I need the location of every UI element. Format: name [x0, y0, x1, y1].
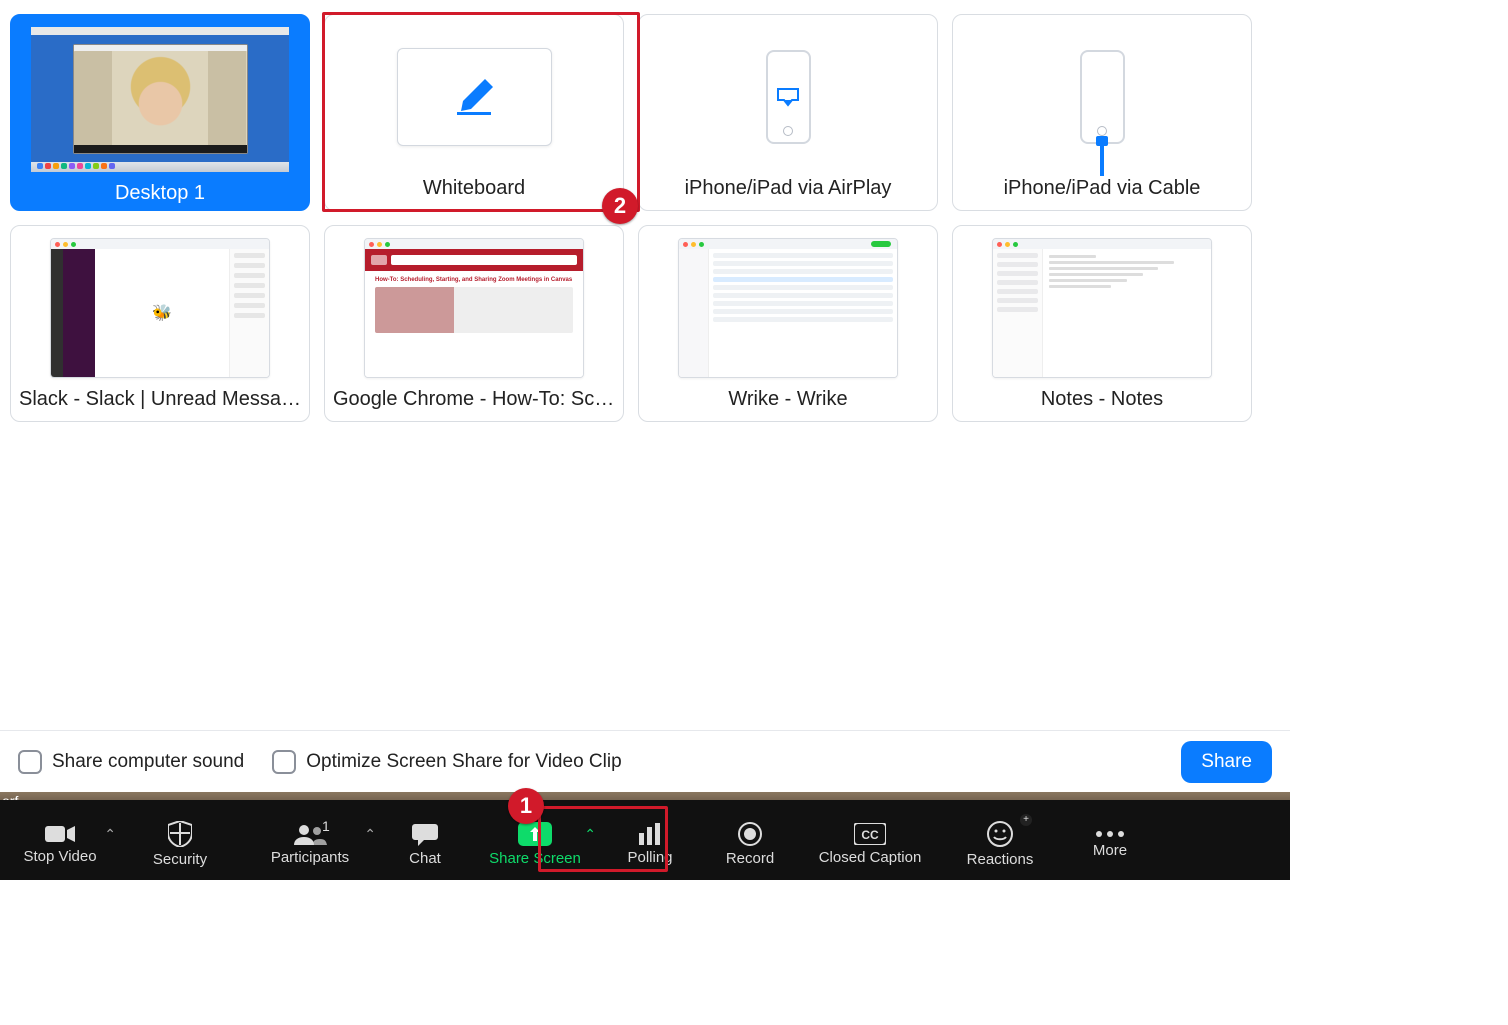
share-button[interactable]: Share: [1181, 741, 1272, 783]
notes-window-thumbnail: [992, 238, 1212, 378]
toolbar-reactions[interactable]: + Reactions: [940, 808, 1060, 880]
chevron-up-icon[interactable]: ⌃: [104, 826, 116, 843]
svg-text:CC: CC: [861, 828, 879, 842]
cc-icon: CC: [854, 823, 886, 845]
record-icon: [738, 822, 762, 846]
toolbar-polling[interactable]: Polling: [600, 808, 700, 880]
chevron-up-icon[interactable]: ⌃: [364, 826, 376, 843]
share-screen-icon: [518, 822, 552, 846]
desktop-thumbnail: [31, 27, 289, 172]
share-tile-label: Notes - Notes: [953, 382, 1251, 421]
toolbar-label: Share Screen: [489, 850, 581, 867]
annotation-number-1: 1: [508, 788, 544, 824]
share-tile-desktop-1[interactable]: Desktop 1: [10, 14, 310, 211]
toolbar-record[interactable]: Record: [700, 808, 800, 880]
iphone-icon: [766, 50, 811, 144]
toolbar-label: Closed Caption: [819, 849, 922, 866]
share-tile-label: Whiteboard: [325, 171, 623, 210]
share-panel-footer: Share computer sound Optimize Screen Sha…: [0, 730, 1290, 792]
toolbar-label: Participants: [271, 849, 349, 866]
share-tile-chrome[interactable]: How-To: Scheduling, Starting, and Sharin…: [324, 225, 624, 422]
checkbox-label: Share computer sound: [52, 751, 244, 773]
share-tile-airplay[interactable]: iPhone/iPad via AirPlay: [638, 14, 938, 211]
share-screen-panel: Desktop 1 Whiteboard iPhone/iPad via Air…: [0, 0, 1290, 792]
checkbox-icon: [272, 750, 296, 774]
share-tile-label: iPhone/iPad via Cable: [953, 171, 1251, 210]
share-tile-label: Google Chrome - How-To: Schedul...: [325, 382, 623, 421]
toolbar-more[interactable]: More: [1060, 808, 1160, 880]
share-tile-label: Wrike - Wrike: [639, 382, 937, 421]
checkbox-share-computer-sound[interactable]: Share computer sound: [18, 750, 244, 774]
share-tile-whiteboard[interactable]: Whiteboard: [324, 14, 624, 211]
polling-icon: [637, 823, 663, 845]
toolbar-stop-video[interactable]: ⌃ Stop Video: [0, 808, 120, 880]
wrike-window-thumbnail: [678, 238, 898, 378]
reactions-icon: [987, 821, 1013, 847]
chrome-window-thumbnail: How-To: Scheduling, Starting, and Sharin…: [364, 238, 584, 378]
participants-count: 1: [322, 818, 330, 834]
chat-icon: [412, 822, 438, 846]
toolbar-label: More: [1093, 842, 1127, 859]
toolbar-closed-caption[interactable]: CC Closed Caption: [800, 808, 940, 880]
iphone-cable-icon: [1080, 50, 1125, 144]
share-tile-label: Slack - Slack | Unread Messages |...: [11, 382, 309, 421]
toolbar-label: Record: [726, 850, 774, 867]
share-tile-notes[interactable]: Notes - Notes: [952, 225, 1252, 422]
whiteboard-icon: [397, 48, 552, 146]
toolbar-label: Security: [153, 851, 207, 868]
zoom-meeting-toolbar: ⌃ Stop Video Security 1 ⌃ Participants C…: [0, 800, 1290, 880]
share-tile-slack[interactable]: 🐝 Slack - Slack | Unread Messages |...: [10, 225, 310, 422]
toolbar-participants[interactable]: 1 ⌃ Participants: [240, 808, 380, 880]
share-tile-label: Desktop 1: [11, 176, 309, 210]
slack-window-thumbnail: 🐝: [50, 238, 270, 378]
share-tile-cable[interactable]: iPhone/iPad via Cable: [952, 14, 1252, 211]
chevron-up-icon[interactable]: ⌃: [584, 826, 596, 843]
toolbar-security[interactable]: Security: [120, 808, 240, 880]
share-tile-wrike[interactable]: Wrike - Wrike: [638, 225, 938, 422]
toolbar-chat[interactable]: Chat: [380, 808, 470, 880]
annotation-number-2: 2: [602, 188, 638, 224]
toolbar-label: Stop Video: [23, 848, 96, 865]
plus-badge-icon: +: [1020, 814, 1032, 826]
shield-icon: [168, 821, 192, 847]
checkbox-label: Optimize Screen Share for Video Clip: [306, 751, 621, 773]
video-icon: [45, 824, 75, 844]
checkbox-optimize-video-clip[interactable]: Optimize Screen Share for Video Clip: [272, 750, 621, 774]
chrome-headline: How-To: Scheduling, Starting, and Sharin…: [375, 277, 573, 283]
toolbar-label: Polling: [627, 849, 672, 866]
more-icon: [1095, 830, 1125, 838]
airplay-icon: [776, 87, 800, 107]
toolbar-label: Chat: [409, 850, 441, 867]
checkbox-icon: [18, 750, 42, 774]
toolbar-label: Reactions: [967, 851, 1034, 868]
share-tile-label: iPhone/iPad via AirPlay: [639, 171, 937, 210]
